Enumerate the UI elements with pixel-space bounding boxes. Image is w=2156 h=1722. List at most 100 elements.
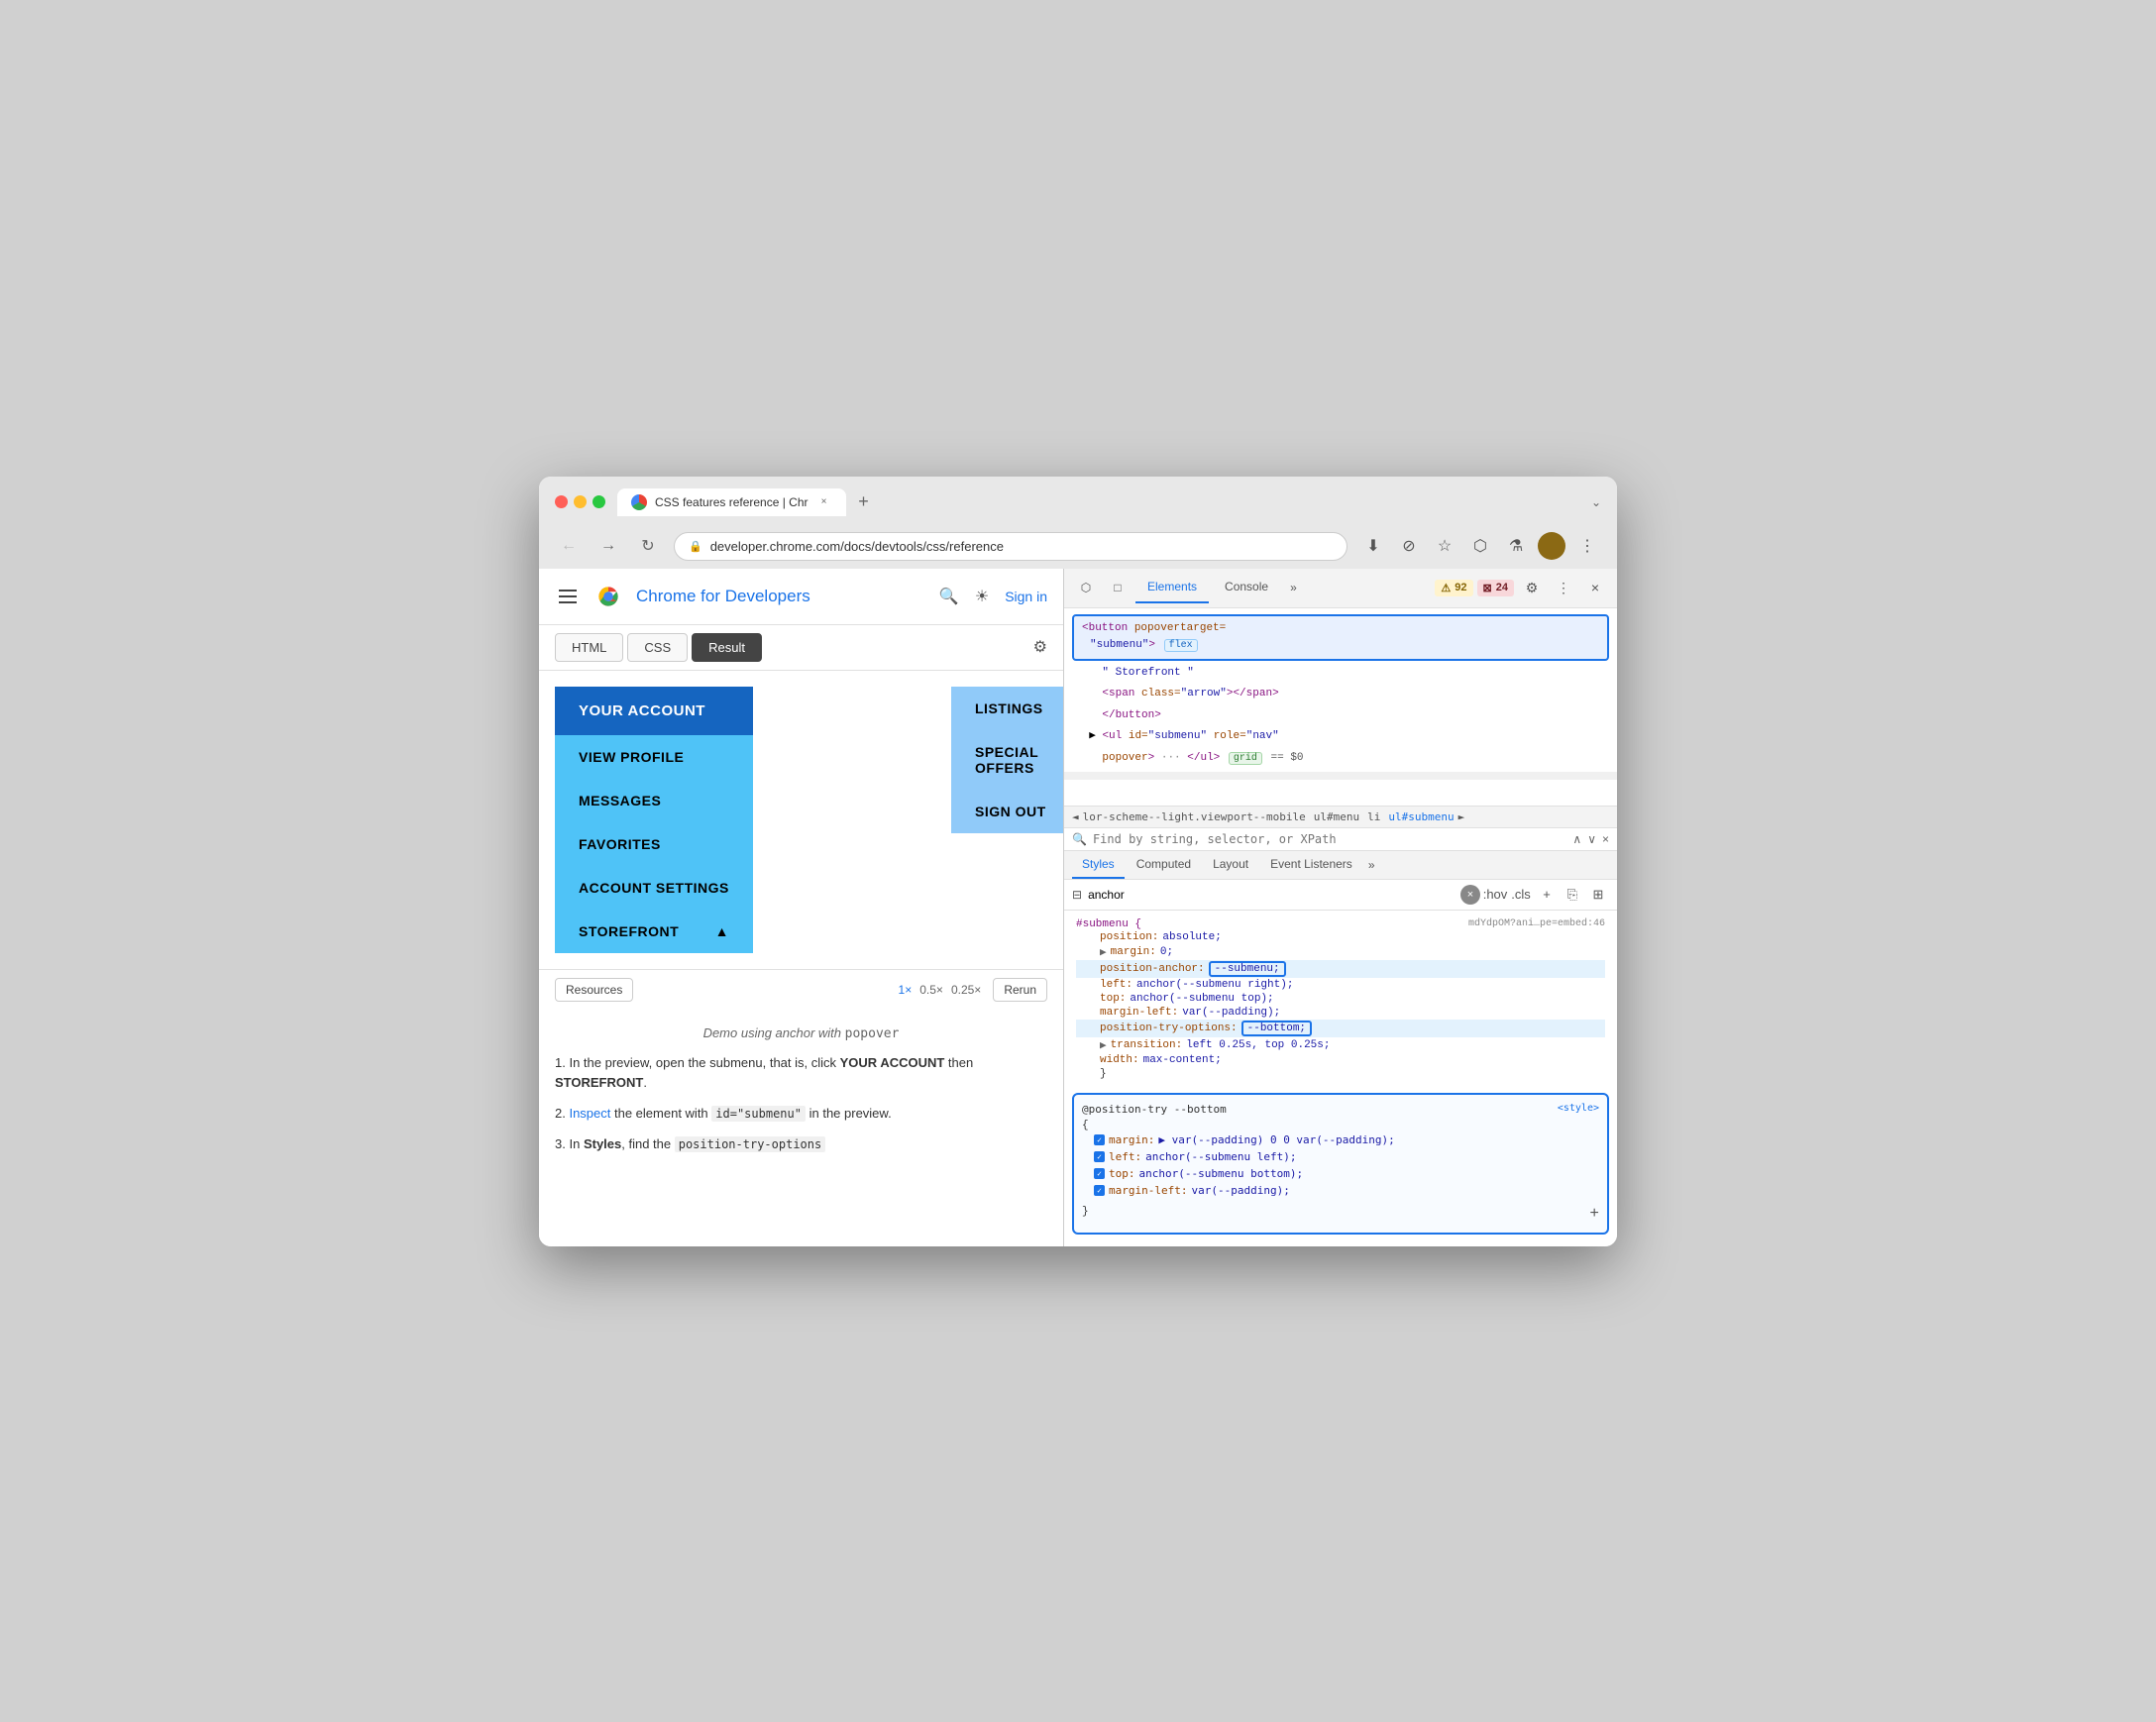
cls-filter[interactable]: .cls	[1510, 884, 1532, 906]
settings-icon[interactable]: ⚙	[1518, 574, 1546, 601]
user-avatar[interactable]	[1538, 532, 1565, 560]
refresh-button[interactable]: ↻	[634, 532, 662, 560]
computed-tab[interactable]: Computed	[1127, 851, 1201, 879]
pt-checkbox-left[interactable]: ✓	[1094, 1151, 1105, 1162]
bookmark-icon[interactable]: ☆	[1431, 532, 1458, 560]
copy-styles-icon[interactable]: ⎘	[1562, 884, 1583, 906]
css-prop-position-try: position-try-options: --bottom;	[1076, 1020, 1605, 1037]
device-toolbar-icon[interactable]: □	[1104, 574, 1132, 601]
zoom-05x[interactable]: 0.5×	[919, 983, 943, 997]
code-tabs: HTML CSS Result ⚙	[539, 625, 1063, 671]
extensions-icon[interactable]: ⬡	[1466, 532, 1494, 560]
breadcrumb-submenu[interactable]: ul#submenu	[1388, 810, 1454, 823]
tab-close-button[interactable]: ×	[816, 494, 832, 510]
labs-icon[interactable]: ⚗	[1502, 532, 1530, 560]
view-profile-item[interactable]: VIEW PROFILE	[555, 735, 753, 779]
console-tab[interactable]: Console	[1213, 572, 1280, 603]
pt-checkbox-margin[interactable]: ✓	[1094, 1134, 1105, 1145]
forward-button[interactable]: →	[594, 532, 622, 560]
theme-icon[interactable]: ☀	[975, 587, 989, 606]
tab-chevron[interactable]: ⌄	[1591, 495, 1601, 509]
media-icon[interactable]: ⊘	[1395, 532, 1423, 560]
close-button[interactable]	[555, 495, 568, 508]
favorites-item[interactable]: FAVORITES	[555, 822, 753, 866]
your-account-button[interactable]: YOUR ACCOUNT	[555, 687, 753, 735]
position-try-value: --bottom;	[1241, 1021, 1312, 1036]
tabs-row: CSS features reference | Chr × + ⌄	[617, 488, 1601, 516]
layout-tab[interactable]: Layout	[1203, 851, 1258, 879]
position-try-code: position-try-options	[675, 1136, 826, 1152]
sign-in-button[interactable]: Sign in	[1005, 589, 1047, 604]
address-bar[interactable]: 🔒 developer.chrome.com/docs/devtools/css…	[674, 532, 1348, 561]
margin-expand[interactable]: ▶	[1100, 945, 1107, 959]
zoom-options: 1× 0.5× 0.25×	[899, 983, 982, 997]
css-prop-transition: ▶ transition: left 0.25s, top 0.25s;	[1076, 1037, 1605, 1053]
find-input[interactable]	[1093, 832, 1566, 846]
more-style-tabs[interactable]: »	[1364, 852, 1379, 878]
inspect-link[interactable]: Inspect	[569, 1106, 610, 1121]
pseudo-class-filter[interactable]: :hov	[1484, 884, 1506, 906]
header-actions: 🔍 ☀ Sign in	[939, 587, 1047, 606]
add-property-button[interactable]: +	[1589, 1205, 1599, 1223]
storefront-item[interactable]: STOREFRONT ▲	[555, 910, 753, 953]
html-tab[interactable]: HTML	[555, 633, 623, 662]
error-count: 24	[1496, 582, 1508, 593]
download-icon[interactable]: ⬇	[1359, 532, 1387, 560]
security-icon: 🔒	[689, 540, 702, 553]
add-style-rule[interactable]: +	[1536, 884, 1558, 906]
zoom-1x[interactable]: 1×	[899, 983, 913, 997]
menu-wrapper: YOUR ACCOUNT VIEW PROFILE MESSAGES FAVOR…	[555, 687, 1047, 953]
breadcrumb-li[interactable]: li	[1367, 810, 1380, 823]
rerun-button[interactable]: Rerun	[993, 978, 1047, 1002]
css-tab[interactable]: CSS	[627, 633, 688, 662]
filter-clear-button[interactable]: ×	[1460, 885, 1480, 905]
event-listeners-tab[interactable]: Event Listeners	[1260, 851, 1362, 879]
breadcrumb-menu[interactable]: ul#menu	[1314, 810, 1359, 823]
search-close[interactable]: ×	[1602, 832, 1609, 846]
more-icon[interactable]: ⋮	[1550, 574, 1577, 601]
pt-checkbox-margin-left[interactable]: ✓	[1094, 1185, 1105, 1196]
new-tab-button[interactable]: +	[850, 488, 878, 516]
breadcrumb-prev[interactable]: ◄	[1072, 810, 1079, 823]
hamburger-menu[interactable]	[555, 586, 581, 607]
account-settings-item[interactable]: ACCOUNT SETTINGS	[555, 866, 753, 910]
active-tab[interactable]: CSS features reference | Chr ×	[617, 488, 846, 516]
search-up[interactable]: ∧	[1572, 832, 1581, 846]
breadcrumb-viewport[interactable]: lor-scheme--light.viewport--mobile	[1083, 810, 1306, 823]
hamburger-line	[559, 601, 577, 603]
transition-expand[interactable]: ▶	[1100, 1038, 1107, 1052]
filter-input[interactable]	[1088, 888, 1455, 902]
zoom-025x[interactable]: 0.25×	[951, 983, 981, 997]
breadcrumb-next[interactable]: ►	[1458, 810, 1465, 823]
filter-actions: × :hov .cls + ⎘ ⊞	[1460, 884, 1609, 906]
special-offers-item[interactable]: SPECIAL OFFERS	[951, 730, 1064, 790]
demo-area: YOUR ACCOUNT VIEW PROFILE MESSAGES FAVOR…	[539, 671, 1063, 969]
horizontal-scrollbar[interactable]	[1064, 772, 1617, 780]
listings-item[interactable]: LISTINGS	[951, 687, 1064, 730]
pt-open-brace: {	[1082, 1120, 1599, 1131]
elements-tab[interactable]: Elements	[1135, 572, 1209, 603]
step-3: 3. In Styles, find the position-try-opti…	[555, 1134, 1047, 1155]
minimize-button[interactable]	[574, 495, 587, 508]
style-link[interactable]: <style>	[1558, 1103, 1599, 1114]
settings-icon[interactable]: ⚙	[1033, 639, 1047, 656]
maximize-button[interactable]	[593, 495, 605, 508]
sign-out-item[interactable]: SIGN OUT	[951, 790, 1064, 833]
messages-item[interactable]: MESSAGES	[555, 779, 753, 822]
styles-tab[interactable]: Styles	[1072, 851, 1125, 879]
more-tabs[interactable]: »	[1284, 573, 1303, 602]
inspector-icon[interactable]: ⬡	[1072, 574, 1100, 601]
selected-element[interactable]: <button popovertarget= "submenu"> flex	[1072, 614, 1609, 661]
menu-button[interactable]: ⋮	[1573, 532, 1601, 560]
search-down[interactable]: ∨	[1587, 832, 1596, 846]
css-selector: #submenu {	[1076, 918, 1141, 930]
pt-checkbox-top[interactable]: ✓	[1094, 1168, 1105, 1179]
close-devtools-button[interactable]: ×	[1581, 574, 1609, 601]
layout-icon[interactable]: ⊞	[1587, 884, 1609, 906]
result-tab[interactable]: Result	[692, 633, 762, 662]
search-icon[interactable]: 🔍	[939, 587, 959, 606]
css-file-ref: mdYdpOM?ani…pe=embed:46	[1468, 918, 1605, 929]
back-button[interactable]: ←	[555, 532, 583, 560]
warning-icon: ⚠	[1441, 582, 1451, 594]
resources-button[interactable]: Resources	[555, 978, 633, 1002]
